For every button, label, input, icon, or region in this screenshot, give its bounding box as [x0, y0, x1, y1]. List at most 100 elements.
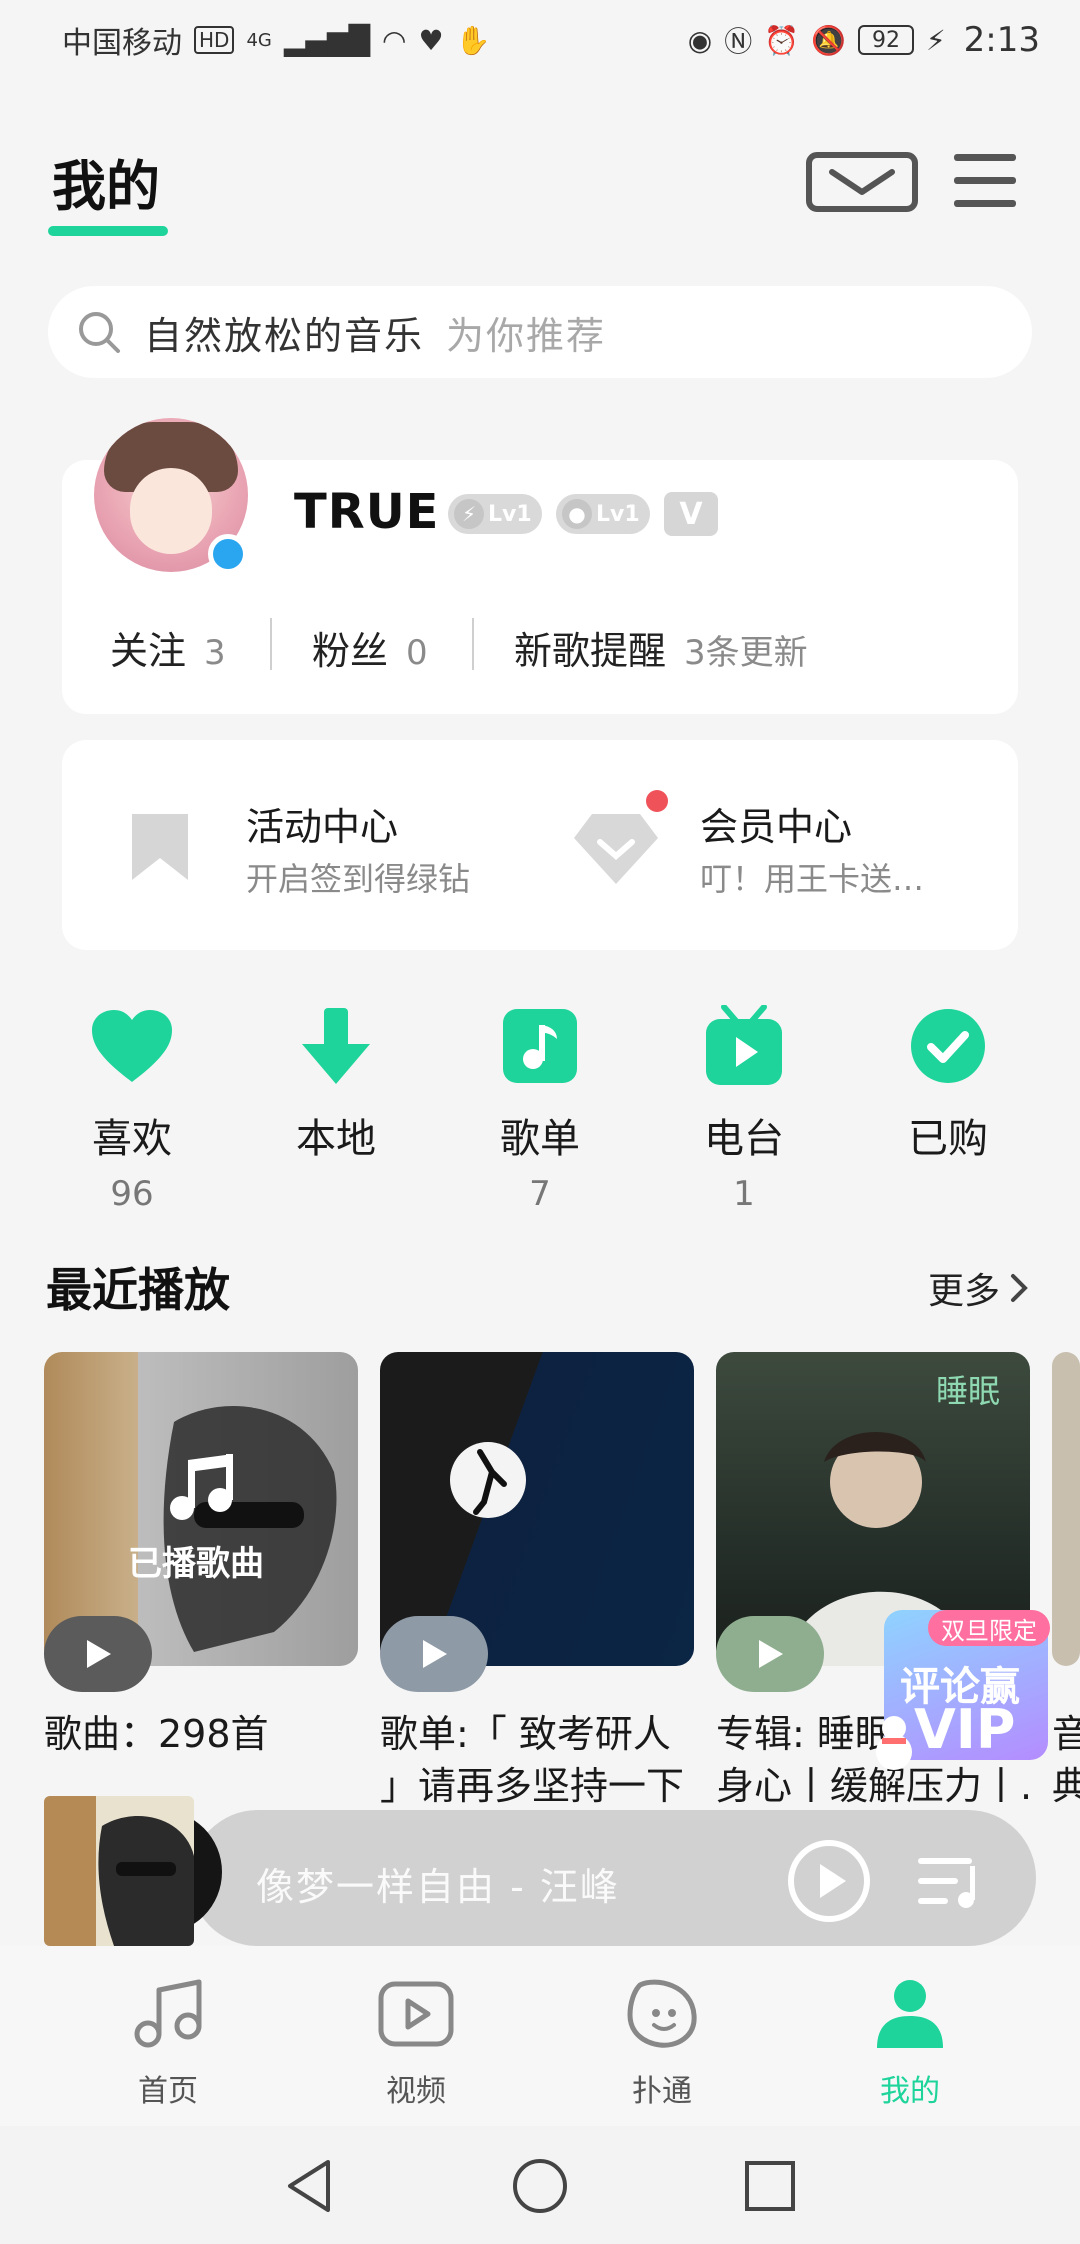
- tile-caption-line2: 」请再多坚持一下: [380, 1764, 685, 1808]
- nav-mine[interactable]: 我的: [830, 1976, 990, 2110]
- stat-value: 3: [204, 633, 226, 673]
- eye-icon: ◉: [687, 23, 713, 57]
- promo-tag: 双旦限定: [928, 1610, 1050, 1646]
- hamburger-icon: [954, 154, 1016, 207]
- health-icon: ♥: [418, 23, 444, 57]
- playlist-button[interactable]: [916, 1852, 984, 1912]
- vip-badge[interactable]: V: [664, 492, 718, 536]
- back-triangle-icon: [288, 2160, 330, 2212]
- quick-action-radio[interactable]: 电台 1: [674, 1004, 814, 1224]
- stat-value: 3条更新: [684, 633, 808, 673]
- chat-bubble-icon: [627, 1979, 697, 2048]
- quick-action-label: 本地: [296, 1116, 376, 1162]
- album-art-singer: [44, 1796, 194, 1946]
- tile-overlay-label: 睡眠: [936, 1372, 1001, 1410]
- quick-action-count: 96: [110, 1174, 154, 1214]
- check-circle-icon: [911, 1009, 985, 1083]
- mini-play-button[interactable]: [786, 1838, 872, 1924]
- promo-line2: VIP: [914, 1698, 1016, 1761]
- stat-label: 粉丝: [312, 629, 389, 673]
- level-label: Lv1: [596, 501, 640, 527]
- divider: [472, 618, 474, 670]
- search-icon: [79, 312, 120, 353]
- stat-following[interactable]: 关注 3: [110, 620, 226, 675]
- music-icon: [134, 1979, 202, 2048]
- section-title-recent: 最近播放: [46, 1263, 230, 1317]
- alarm-icon: ⏰: [764, 23, 800, 57]
- play-icon: [423, 1640, 447, 1668]
- tv-radio-icon: [706, 1005, 782, 1085]
- person-icon: [877, 1980, 943, 2048]
- video-play-icon: [378, 1981, 454, 2047]
- home-circle-icon: [513, 2159, 567, 2213]
- tile-play-button[interactable]: [380, 1616, 488, 1692]
- system-home-button[interactable]: [510, 2156, 570, 2216]
- tile-overlay-label: 已播歌曲: [128, 1544, 264, 1584]
- recents-square-icon: [745, 2161, 795, 2211]
- username[interactable]: TRUE: [294, 484, 439, 540]
- mail-icon: [806, 152, 918, 212]
- battery-indicator: 92: [857, 25, 914, 55]
- quick-action-label: 歌单: [500, 1116, 580, 1162]
- nav-home[interactable]: 首页: [88, 1976, 248, 2110]
- system-recents-button[interactable]: [740, 2156, 800, 2216]
- level-label: Lv1: [488, 501, 532, 527]
- activity-title: 会员中心: [700, 805, 853, 849]
- carrier-label: 中国移动: [62, 26, 182, 61]
- hd-badge: HD: [194, 26, 235, 54]
- level-badge-lightning[interactable]: ⚡ Lv1: [448, 494, 542, 534]
- mini-player-cover[interactable]: [44, 1796, 194, 1946]
- signal-icon: ▂▄▆█: [283, 23, 370, 57]
- diamond-icon: [574, 814, 658, 884]
- quick-action-purchased[interactable]: 已购: [878, 1004, 1018, 1224]
- nav-label: 扑通: [632, 2074, 692, 2109]
- search-query: 自然放松的音乐: [144, 313, 425, 358]
- tile-caption: 音: [1052, 1712, 1080, 1756]
- music-note-icon: [503, 1009, 577, 1083]
- divider: [270, 618, 272, 670]
- stat-new-songs[interactable]: 新歌提醒 3条更新: [514, 620, 808, 675]
- lightning-icon: ⚡: [454, 499, 484, 529]
- tile-play-button[interactable]: [716, 1616, 824, 1692]
- download-icon: [302, 1008, 370, 1084]
- tile-caption: 歌曲：298首: [44, 1712, 269, 1756]
- network-type: 4G: [246, 29, 272, 51]
- quick-action-label: 已购: [908, 1116, 988, 1162]
- nav-video[interactable]: 视频: [336, 1976, 496, 2110]
- activity-subtitle: 开启签到得绿钻: [246, 860, 471, 898]
- stat-followers[interactable]: 粉丝 0: [312, 620, 428, 675]
- more-link[interactable]: 更多: [928, 1262, 1028, 1314]
- title-underline: [48, 226, 168, 236]
- level-badge-disc[interactable]: ● Lv1: [556, 494, 650, 534]
- quick-action-local[interactable]: 本地: [266, 1004, 406, 1224]
- more-label: 更多: [928, 1271, 1001, 1312]
- notification-dot: [646, 790, 668, 812]
- nav-label: 我的: [880, 2074, 940, 2109]
- play-icon: [87, 1640, 111, 1668]
- message-button[interactable]: [806, 152, 918, 212]
- quick-action-count: 1: [733, 1174, 755, 1214]
- stat-value: 0: [406, 633, 428, 673]
- hand-icon: ✋: [455, 23, 491, 57]
- mute-icon: 🔕: [811, 23, 846, 57]
- system-back-button[interactable]: [280, 2156, 340, 2216]
- menu-button[interactable]: [952, 150, 1018, 212]
- activity-subtitle: 叮！用王卡送…: [700, 860, 925, 898]
- status-bar: 中国移动 HD 4G ▂▄▆█ ◠ ♥ ✋ ◉ Ⓝ ⏰ 🔕 92 ⚡ 2:13: [0, 0, 1080, 80]
- search-bar[interactable]: 自然放松的音乐 为你推荐: [48, 286, 1032, 378]
- stat-label: 关注: [110, 629, 187, 673]
- play-icon: [759, 1640, 783, 1668]
- tile-play-button[interactable]: [44, 1616, 152, 1692]
- quick-action-count: 7: [529, 1174, 551, 1214]
- page-title[interactable]: 我的: [52, 142, 160, 221]
- recent-tile-partial[interactable]: [1052, 1352, 1080, 1666]
- charging-icon: ⚡: [925, 23, 946, 57]
- snowman-icon: [876, 1716, 912, 1770]
- avatar-face: [130, 468, 212, 554]
- quick-action-label: 喜欢: [92, 1116, 172, 1162]
- now-playing-title: 像梦一样自由 - 汪峰: [256, 1865, 620, 1909]
- quick-action-favorites[interactable]: 喜欢 96: [62, 1004, 202, 1224]
- nav-putong[interactable]: 扑通: [582, 1976, 742, 2110]
- quick-action-playlists[interactable]: 歌单 7: [470, 1004, 610, 1224]
- tile-caption-line2: 典: [1052, 1764, 1080, 1808]
